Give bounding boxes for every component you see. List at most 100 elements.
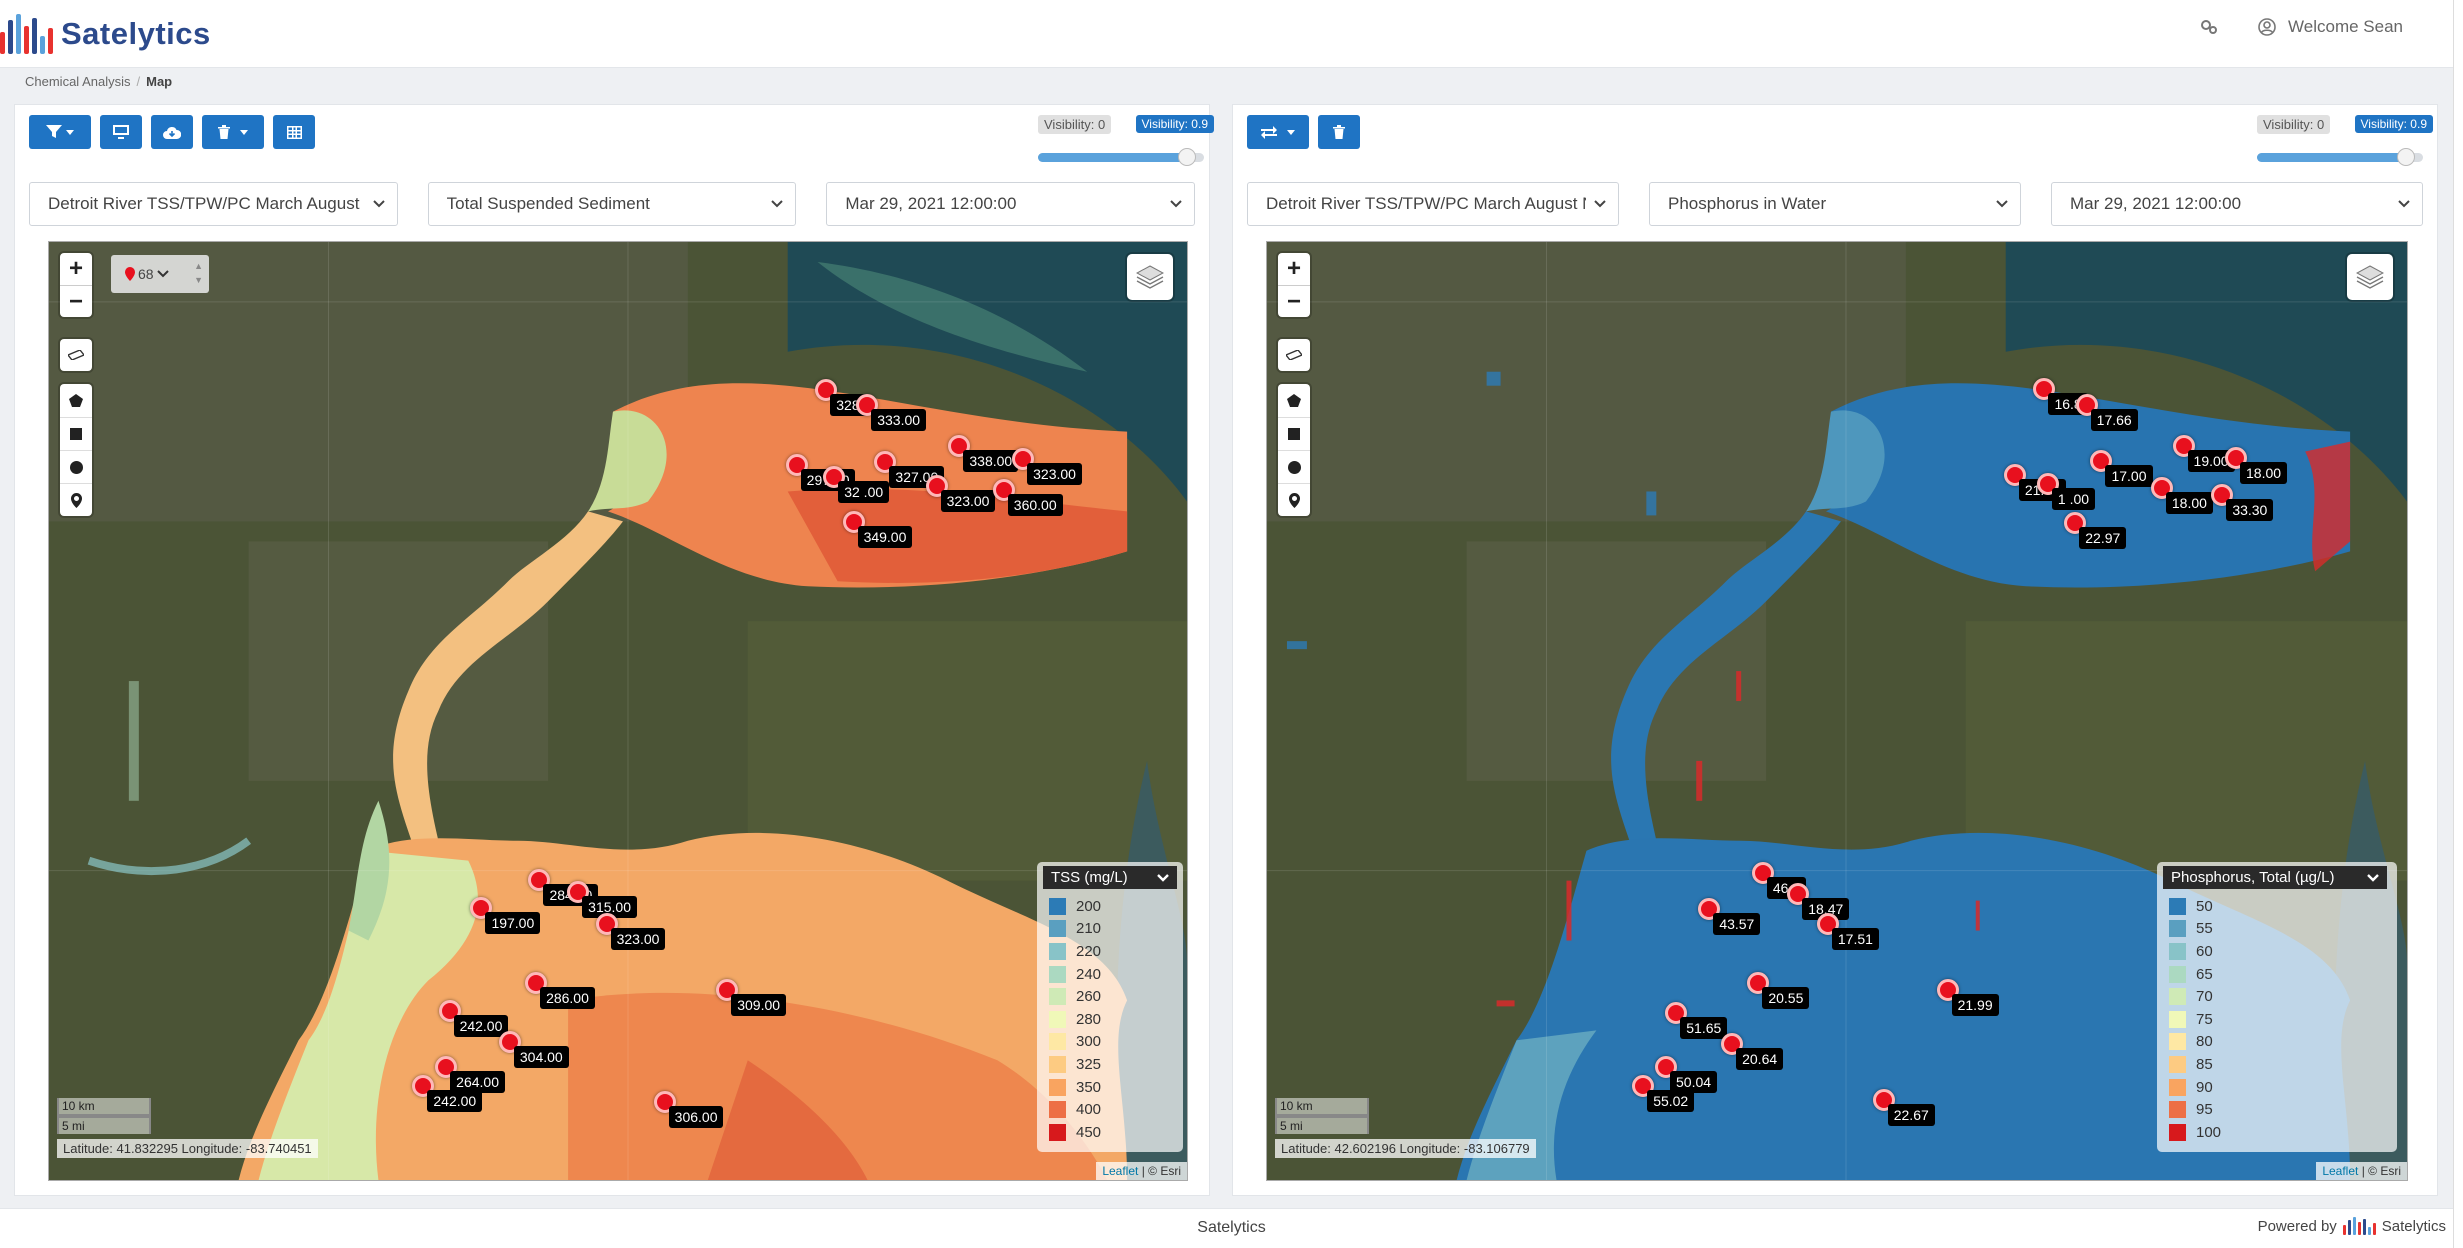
- polygon-icon: [1287, 394, 1301, 407]
- chevron-down-icon: [156, 270, 169, 278]
- layers-control-button[interactable]: [2347, 254, 2393, 300]
- ruler-icon: [1286, 350, 1302, 360]
- scale-bar: 10 km 5 mi: [57, 1098, 151, 1134]
- legend-swatch: [2169, 942, 2186, 960]
- legend-entry: 75: [2163, 1008, 2391, 1031]
- ruler-icon: [68, 350, 84, 360]
- scale-km: 10 km: [57, 1098, 151, 1116]
- leaflet-link[interactable]: Leaflet: [1102, 1164, 1138, 1178]
- legend-entry: 280: [1043, 1008, 1177, 1031]
- draw-rectangle-button[interactable]: [60, 417, 92, 450]
- draw-rectangle-button[interactable]: [1278, 417, 1310, 450]
- download-button[interactable]: [151, 115, 193, 149]
- settings-icon[interactable]: [2198, 16, 2220, 38]
- stepper-arrows-icon[interactable]: ▲ ▼: [194, 259, 203, 287]
- legend-entry: 90: [2163, 1076, 2391, 1099]
- measure-tool-button[interactable]: [60, 339, 92, 371]
- scale-mi: 5 mi: [57, 1116, 151, 1134]
- date-select[interactable]: Mar 29, 2021 12:00:00: [2051, 182, 2423, 226]
- legend-title[interactable]: Phosphorus, Total (µg/L): [2163, 866, 2387, 889]
- draw-marker-button[interactable]: [60, 483, 92, 516]
- draw-polygon-button[interactable]: [1278, 384, 1310, 417]
- sample-value-label: 20.64: [1736, 1047, 1784, 1070]
- leaflet-link[interactable]: Leaflet: [2322, 1164, 2358, 1178]
- legend-swatch: [1049, 897, 1066, 915]
- zoom-in-button[interactable]: +: [60, 253, 92, 285]
- cloud-download-icon: [163, 126, 181, 139]
- left-toolbar: [29, 115, 315, 149]
- chevron-down-icon: [1996, 200, 2008, 208]
- draw-toolbar: [1278, 384, 1310, 516]
- legend-swatch: [2169, 1123, 2186, 1141]
- legend-label: 350: [1076, 1078, 1102, 1096]
- visibility-track[interactable]: [1038, 148, 1204, 166]
- draw-marker-button[interactable]: [1278, 483, 1310, 516]
- marker-count-control[interactable]: 68 ▲ ▼: [111, 255, 209, 293]
- logo-bar: [2347, 1220, 2351, 1235]
- powered-by-brand[interactable]: Satelytics: [2382, 1218, 2446, 1235]
- legend-swatch: [1049, 965, 1066, 983]
- parameter-select[interactable]: Total Suspended Sediment: [427, 182, 797, 226]
- satelytics-logo[interactable]: Satelytics: [0, 10, 211, 58]
- display-button[interactable]: [100, 115, 142, 149]
- parameter-select[interactable]: Phosphorus in Water: [1649, 182, 2021, 226]
- legend-title[interactable]: TSS (mg/L): [1043, 866, 1177, 889]
- legend-swatch: [1049, 1055, 1066, 1073]
- marker-count: 68: [138, 266, 154, 282]
- draw-polygon-button[interactable]: [60, 384, 92, 417]
- circle-icon: [69, 460, 83, 474]
- chevron-down-icon: [1170, 200, 1182, 208]
- visibility-handle[interactable]: [1178, 148, 1197, 166]
- legend-swatch: [2169, 1101, 2186, 1119]
- zoom-out-button[interactable]: −: [60, 285, 92, 317]
- map-pin-icon: [125, 267, 135, 281]
- circle-icon: [1287, 460, 1301, 474]
- project-select-value: Detroit River TSS/TPW/PC March August N: [1266, 194, 1586, 213]
- visibility-min-label: Visibility: 0: [2257, 115, 2331, 134]
- layers-control-button[interactable]: [1127, 254, 1173, 300]
- visibility-slider[interactable]: Visibility: 0 Visibility: 0.9: [2257, 115, 2433, 166]
- esri-credit: Esri: [2380, 1164, 2401, 1178]
- project-select[interactable]: Detroit River TSS/TPW/PC March August N: [1247, 182, 1619, 226]
- logo-bar: [24, 26, 29, 54]
- legend-label: 55: [2196, 920, 2213, 938]
- brand-name: Satelytics: [61, 16, 211, 51]
- legend-label: 220: [1076, 942, 1102, 960]
- project-select[interactable]: Detroit River TSS/TPW/PC March August N: [29, 182, 398, 226]
- legend-label: 60: [2196, 942, 2213, 960]
- right-toolbar: [1247, 115, 1360, 149]
- zoom-out-button[interactable]: −: [1278, 285, 1310, 317]
- sample-value-label: 22.97: [2079, 527, 2127, 550]
- zoom-in-button[interactable]: +: [1278, 253, 1310, 285]
- table-view-button[interactable]: [273, 115, 315, 149]
- legend-label: 200: [1076, 897, 1102, 915]
- map-marker-icon: [70, 492, 82, 508]
- chevron-down-icon: [1594, 200, 1606, 208]
- measure-tool-button[interactable]: [1278, 339, 1310, 371]
- top-navbar: Satelytics Welcome Sean: [0, 0, 2463, 68]
- delete-menu-button[interactable]: [202, 115, 264, 149]
- layers-icon: [1136, 265, 1164, 289]
- attribution-separator: | ©: [1138, 1164, 1161, 1178]
- logo-bar: [2372, 1223, 2376, 1235]
- delete-button[interactable]: [1318, 115, 1360, 149]
- visibility-handle[interactable]: [2397, 148, 2416, 166]
- user-menu[interactable]: Welcome Sean: [2256, 16, 2403, 38]
- trash-icon: [1333, 125, 1345, 139]
- breadcrumb-separator: /: [136, 74, 141, 89]
- swap-layers-button[interactable]: [1247, 115, 1309, 149]
- draw-circle-button[interactable]: [60, 450, 92, 483]
- sample-value-label: 323.00: [1027, 462, 1082, 485]
- draw-circle-button[interactable]: [1278, 450, 1310, 483]
- visibility-slider[interactable]: Visibility: 0 Visibility: 0.9: [1038, 115, 1214, 166]
- visibility-track[interactable]: [2257, 148, 2423, 166]
- sample-value-label: 323.00: [940, 489, 996, 512]
- filter-icon: [46, 125, 62, 138]
- date-select[interactable]: Mar 29, 2021 12:00:00: [826, 182, 1196, 226]
- tss-map[interactable]: + − 68 ▲▼ 328.333.00338.00323.00297.0032…: [48, 241, 1188, 1181]
- phosphorus-map[interactable]: + − 16.817.6619.0018.0017.0021.841 .0018…: [1266, 241, 2408, 1181]
- filter-button[interactable]: [29, 115, 91, 149]
- breadcrumb-parent[interactable]: Chemical Analysis: [25, 74, 131, 89]
- logo-mark-icon: [2342, 1217, 2376, 1235]
- page-scrollbar[interactable]: [2453, 0, 2463, 1248]
